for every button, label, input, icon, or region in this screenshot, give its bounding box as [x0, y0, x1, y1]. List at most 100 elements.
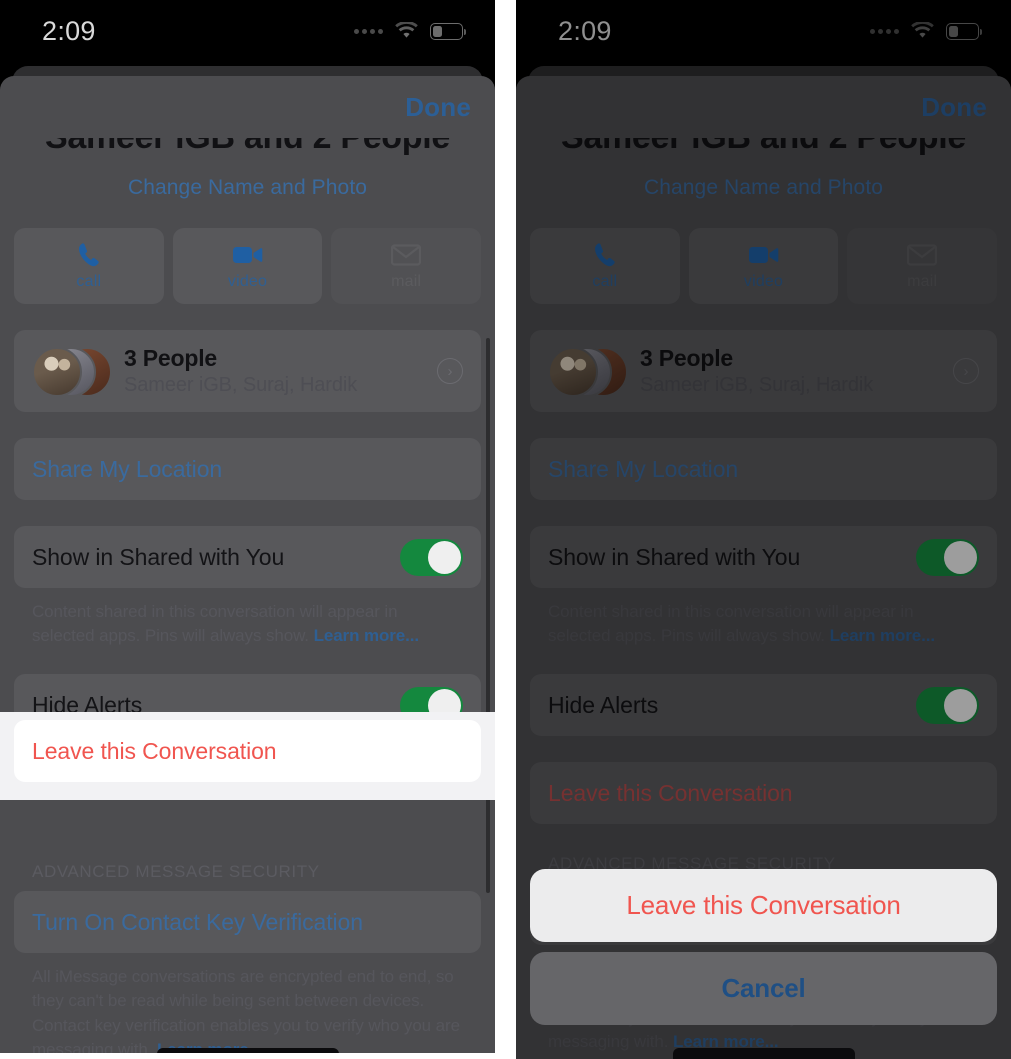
sheet-navbar: Done — [0, 76, 495, 138]
page-title: Sameer iGB and 2 People — [530, 138, 997, 157]
leave-conversation-label: Leave this Conversation — [548, 779, 793, 806]
advanced-message-security-header: ADVANCED MESSAGE SECURITY — [32, 862, 320, 882]
show-in-shared-with-you-row[interactable]: Show in Shared with You — [14, 526, 481, 588]
status-bar-clock: 2:09 — [558, 15, 612, 46]
security-footnote: All iMessage conversations are encrypted… — [14, 953, 481, 1059]
sheet-scroll-content: Sameer iGB and 2 People Change Name and … — [0, 138, 495, 1059]
share-my-location-label: Share My Location — [32, 455, 223, 482]
people-names: Sameer iGB, Suraj, Hardik — [640, 374, 874, 396]
call-button[interactable]: call — [530, 228, 680, 304]
turn-on-contact-key-verification-label: Turn On Contact Key Verification — [32, 908, 363, 935]
avatar — [32, 347, 82, 397]
bottom-edge — [0, 1053, 495, 1059]
people-group: 3 People Sameer iGB, Suraj, Hardik › — [14, 330, 481, 412]
mail-label: mail — [907, 273, 938, 290]
video-camera-icon — [748, 241, 779, 269]
video-label: video — [227, 273, 268, 290]
avatar-stack — [548, 343, 634, 399]
video-button[interactable]: video — [172, 228, 323, 304]
share-location-group: Share My Location — [14, 438, 481, 500]
wifi-icon — [910, 22, 935, 40]
mail-button[interactable]: mail — [331, 228, 482, 304]
sheet-navbar: Done — [516, 76, 1011, 138]
battery-icon — [946, 22, 982, 40]
leave-conversation-label: Leave this Conversation — [32, 737, 277, 764]
conversation-details-sheet: Done Sameer iGB and 2 People Change Name… — [0, 76, 495, 1059]
signal-dots-icon — [870, 28, 899, 34]
scrollbar[interactable] — [486, 338, 490, 893]
phone-icon — [77, 241, 101, 269]
share-my-location-row[interactable]: Share My Location — [14, 438, 481, 500]
battery-icon — [430, 22, 466, 40]
leave-conversation-button[interactable]: Leave this Conversation — [14, 720, 481, 782]
people-row[interactable]: 3 People Sameer iGB, Suraj, Hardik › — [530, 330, 997, 412]
status-bar-indicators — [354, 22, 466, 40]
group-title-clip: Sameer iGB and 2 People — [530, 138, 997, 168]
home-indicator — [672, 1048, 855, 1059]
shared-with-you-footnote: Content shared in this conversation will… — [14, 588, 481, 648]
hide-alerts-label: Hide Alerts — [548, 691, 659, 718]
leave-conversation-row[interactable]: Leave this Conversation — [530, 762, 997, 824]
people-count: 3 People — [124, 345, 217, 371]
status-bar: 2:09 — [0, 0, 495, 62]
quick-actions-row: call video mail — [14, 228, 482, 304]
leave-conversation-action-sheet: Leave this Conversation Cancel — [530, 869, 997, 1025]
people-row[interactable]: 3 People Sameer iGB, Suraj, Hardik › — [14, 330, 481, 412]
action-sheet-options: Leave this Conversation — [530, 869, 997, 942]
done-button[interactable]: Done — [921, 92, 987, 123]
people-group: 3 People Sameer iGB, Suraj, Hardik › — [530, 330, 997, 412]
change-name-and-photo-link[interactable]: Change Name and Photo — [530, 176, 997, 200]
chevron-right-circle-icon[interactable]: › — [953, 358, 979, 384]
action-sheet-leave-label: Leave this Conversation — [626, 890, 901, 920]
mail-label: mail — [391, 273, 422, 290]
two-panel-screenshot: 2:09 Done Sameer — [0, 0, 1011, 1059]
right-phone-screen: 2:09 Done Sameer iGB — [516, 0, 1011, 1059]
show-in-shared-with-you-toggle[interactable] — [400, 538, 463, 576]
learn-more-link[interactable]: Learn more... — [830, 626, 936, 645]
envelope-icon — [391, 241, 422, 269]
hide-alerts-toggle[interactable] — [916, 686, 979, 724]
call-label: call — [592, 273, 618, 290]
leave-conversation-highlight: Leave this Conversation — [0, 712, 495, 800]
wifi-icon — [394, 22, 419, 40]
action-sheet-cancel-label: Cancel — [721, 973, 806, 1003]
left-phone-screen: 2:09 Done Sameer — [0, 0, 495, 1059]
phone-icon — [593, 241, 617, 269]
show-in-shared-with-you-row[interactable]: Show in Shared with You — [530, 526, 997, 588]
video-button[interactable]: video — [688, 228, 839, 304]
status-bar: 2:09 — [516, 0, 1011, 62]
show-in-shared-with-you-toggle[interactable] — [916, 538, 979, 576]
action-sheet-cancel-button[interactable]: Cancel — [530, 952, 997, 1025]
mail-button[interactable]: mail — [847, 228, 998, 304]
share-location-group: Share My Location — [530, 438, 997, 500]
video-label: video — [743, 273, 784, 290]
page-title: Sameer iGB and 2 People — [14, 138, 481, 157]
video-camera-icon — [232, 241, 263, 269]
envelope-icon — [907, 241, 938, 269]
people-count: 3 People — [640, 345, 733, 371]
people-text: 3 People Sameer iGB, Suraj, Hardik — [640, 345, 873, 397]
done-button[interactable]: Done — [405, 92, 471, 123]
hide-alerts-group: Hide Alerts — [530, 674, 997, 737]
action-sheet-leave-button[interactable]: Leave this Conversation — [530, 869, 997, 942]
hide-alerts-row[interactable]: Hide Alerts — [530, 674, 997, 736]
contact-key-verification-group: Turn On Contact Key Verification — [14, 891, 481, 954]
status-bar-indicators — [870, 22, 982, 40]
status-bar-clock: 2:09 — [42, 15, 96, 46]
avatar — [548, 347, 598, 397]
share-my-location-label: Share My Location — [548, 455, 739, 482]
shared-with-you-footnote: Content shared in this conversation will… — [530, 588, 997, 648]
learn-more-link[interactable]: Learn more... — [314, 626, 420, 645]
show-in-shared-with-you-label: Show in Shared with You — [32, 543, 285, 570]
call-button[interactable]: call — [14, 228, 164, 304]
people-names: Sameer iGB, Suraj, Hardik — [124, 374, 358, 396]
turn-on-contact-key-verification-row[interactable]: Turn On Contact Key Verification — [14, 891, 481, 953]
share-my-location-row[interactable]: Share My Location — [530, 438, 997, 500]
change-name-and-photo-link[interactable]: Change Name and Photo — [14, 176, 481, 200]
quick-actions-row: call video mail — [530, 228, 998, 304]
signal-dots-icon — [354, 28, 383, 34]
show-in-shared-with-you-label: Show in Shared with You — [548, 543, 801, 570]
chevron-right-circle-icon[interactable]: › — [437, 358, 463, 384]
avatar-stack — [32, 343, 118, 399]
call-label: call — [76, 273, 102, 290]
